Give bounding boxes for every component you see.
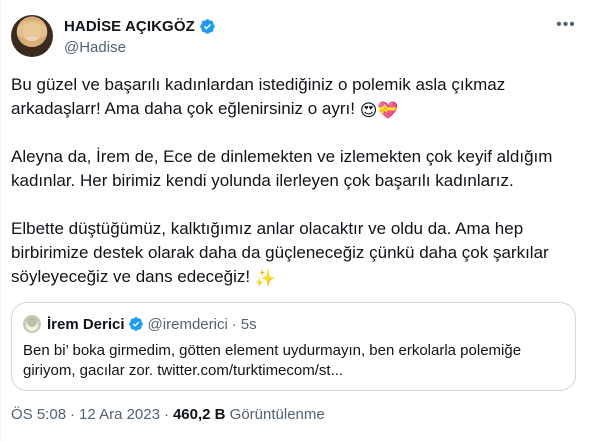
tweet-paragraph: Bu güzel ve başarılı kadınlardan istediğ… — [11, 73, 586, 121]
quoted-author-name: İrem Derici — [47, 315, 125, 333]
tweet-paragraph: Elbette düştüğümüz, kalktığımız anlar ol… — [11, 217, 586, 289]
verified-badge-icon — [200, 19, 215, 34]
tweet-date[interactable]: 12 Ara 2023 — [79, 406, 160, 423]
quoted-dot-separator: · — [231, 315, 237, 333]
quoted-author-avatar — [23, 315, 41, 333]
quoted-verified-badge-icon — [128, 317, 143, 331]
paragraph-text: Elbette düştüğümüz, kalktığımız anlar ol… — [11, 219, 549, 286]
dot-separator: · — [70, 406, 76, 423]
tweet-text: Bu güzel ve başarılı kadınlardan istediğ… — [11, 73, 586, 289]
heart-ribbon-emoji: 💝 — [377, 101, 399, 120]
author-handle[interactable]: @Hadise — [64, 39, 216, 56]
views-count: 460,2 B — [172, 406, 226, 423]
author-identity: HADİSE AÇIKGÖZ @Hadise — [64, 17, 216, 56]
heart-eyes-emoji: 😍 — [359, 101, 378, 120]
tweet-card: HADİSE AÇIKGÖZ @Hadise ••• Bu güzel ve b… — [0, 0, 593, 441]
paragraph-text: Bu güzel ve başarılı kadınlardan istediğ… — [11, 75, 506, 118]
dot-separator: · — [163, 406, 169, 423]
views-label: Görüntülenme — [229, 406, 325, 423]
author-name[interactable]: HADİSE AÇIKGÖZ — [64, 18, 195, 35]
quoted-tweet-text: Ben bi’ boka girmedim, götten element uy… — [23, 342, 522, 379]
sparkles-emoji: ✨ — [254, 269, 276, 288]
more-icon: ••• — [556, 16, 576, 33]
quoted-author-handle: @iremderici — [147, 315, 228, 333]
tweet-metadata: ÖS 5:08 · 12 Ara 2023 · 460,2 B Görüntülenme — [11, 405, 325, 425]
paragraph-text: Aleyna da, İrem de, Ece de dinlemekten v… — [11, 147, 553, 190]
quoted-tweet-header: İrem Derici @iremderici · 5s — [23, 315, 257, 333]
tweet-time[interactable]: ÖS 5:08 — [11, 406, 66, 423]
author-name-row: HADİSE AÇIKGÖZ — [64, 17, 216, 37]
quoted-tweet[interactable]: İrem Derici @iremderici · 5s Ben bi’ bok… — [11, 302, 576, 391]
author-avatar[interactable] — [11, 15, 53, 57]
tweet-header: HADİSE AÇIKGÖZ @Hadise ••• — [11, 11, 586, 61]
more-options-button[interactable]: ••• — [552, 15, 580, 35]
tweet-paragraph: Aleyna da, İrem de, Ece de dinlemekten v… — [11, 145, 586, 193]
quoted-time: 5s — [240, 315, 257, 333]
